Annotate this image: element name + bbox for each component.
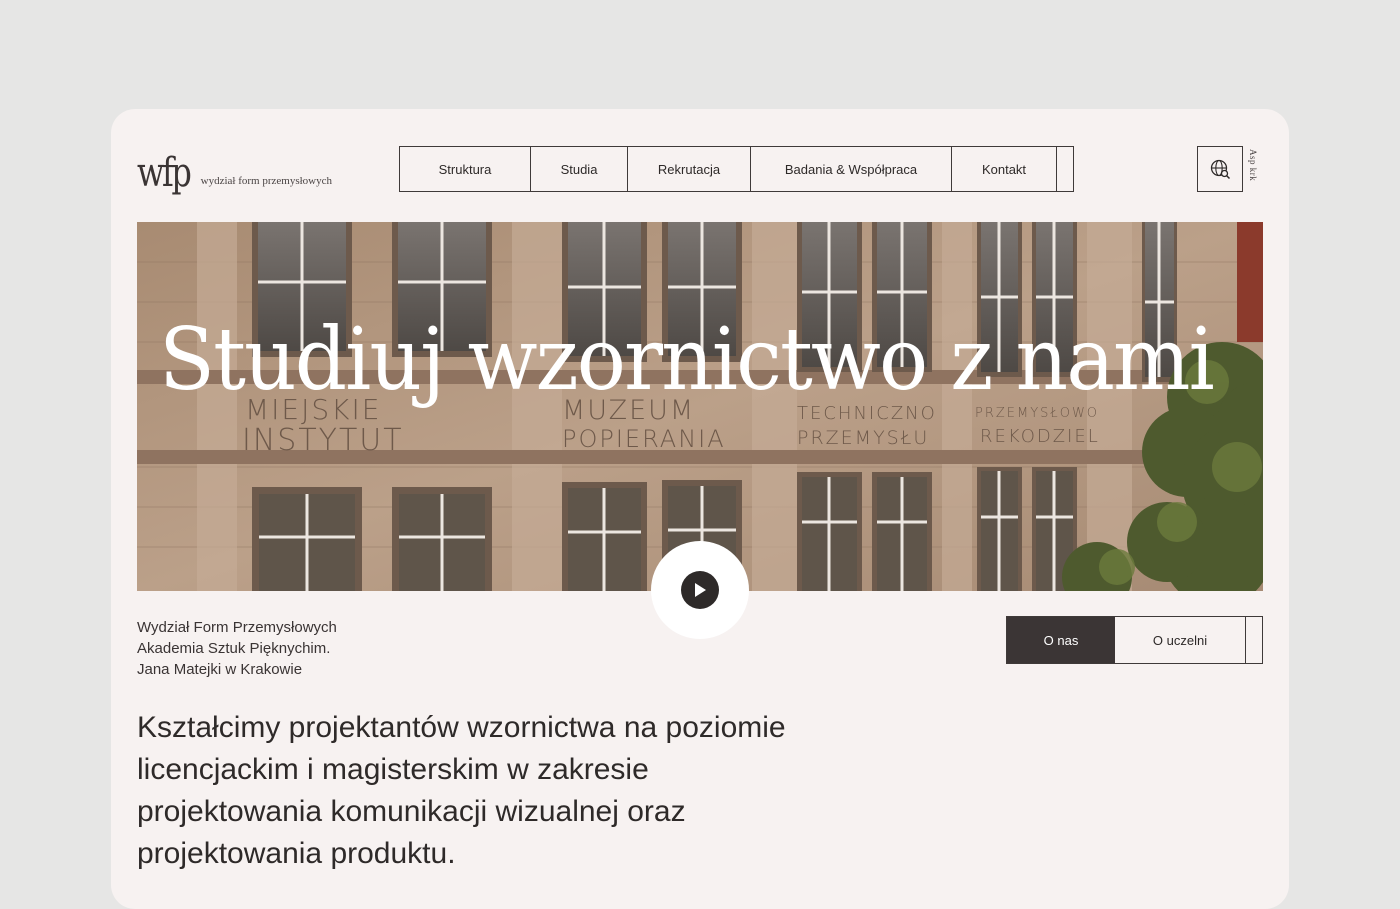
- lead-paragraph: Kształcimy projektantów wzornictwa na po…: [137, 711, 786, 870]
- tab-o-uczelni[interactable]: O uczelni: [1115, 617, 1246, 663]
- info-line-2: Akademia Sztuk Pięknychim.: [137, 640, 331, 657]
- inscription-8: REKODZIEL: [980, 426, 1100, 447]
- nav-end-cap: [1057, 147, 1073, 191]
- main-nav: Struktura Studia Rekrutacja Badania & Ws…: [399, 146, 1074, 192]
- logo-text: wydział form przemysłowych: [200, 175, 333, 187]
- hero-image: MIEJSKIE INSTYTUT MUZEUM POPIERANIA TECH…: [137, 222, 1263, 591]
- nav-item-rekrutacja[interactable]: Rekrutacja: [628, 147, 751, 191]
- inscription-2: INSTYTUT: [242, 423, 404, 458]
- inscription-4: POPIERANIA: [562, 425, 726, 453]
- nav-item-kontakt[interactable]: Kontakt: [952, 147, 1057, 191]
- play-icon: [695, 583, 706, 597]
- info-line-1: Wydział Form Przemysłowych: [137, 619, 337, 636]
- play-video-button[interactable]: [651, 541, 749, 639]
- nav-item-struktura[interactable]: Struktura: [400, 147, 531, 191]
- inscription-6: PRZEMYSŁU: [797, 427, 929, 449]
- logo[interactable]: wfp wydział form przemysłowych: [137, 153, 332, 193]
- info-line-3: Jana Matejki w Krakowie: [137, 661, 303, 678]
- logo-mark: wfp: [137, 150, 192, 196]
- page-card: wfp wydział form przemysłowych Struktura…: [111, 109, 1289, 909]
- globe-search-icon: [1210, 159, 1231, 180]
- hero-title: Studiuj wzornictwo z nami: [159, 310, 1215, 410]
- nav-item-studia[interactable]: Studia: [531, 147, 628, 191]
- language-button[interactable]: [1197, 146, 1243, 192]
- toggle-end-cap: [1246, 617, 1262, 663]
- side-label[interactable]: Asp krk: [1248, 149, 1258, 181]
- institution-info: Wydział Form Przemysłowych Akademia Sztu…: [137, 617, 337, 680]
- about-toggle: O nas O uczelni: [1006, 616, 1263, 664]
- tab-o-nas[interactable]: O nas: [1007, 617, 1115, 663]
- nav-item-badania[interactable]: Badania & Współpraca: [751, 147, 952, 191]
